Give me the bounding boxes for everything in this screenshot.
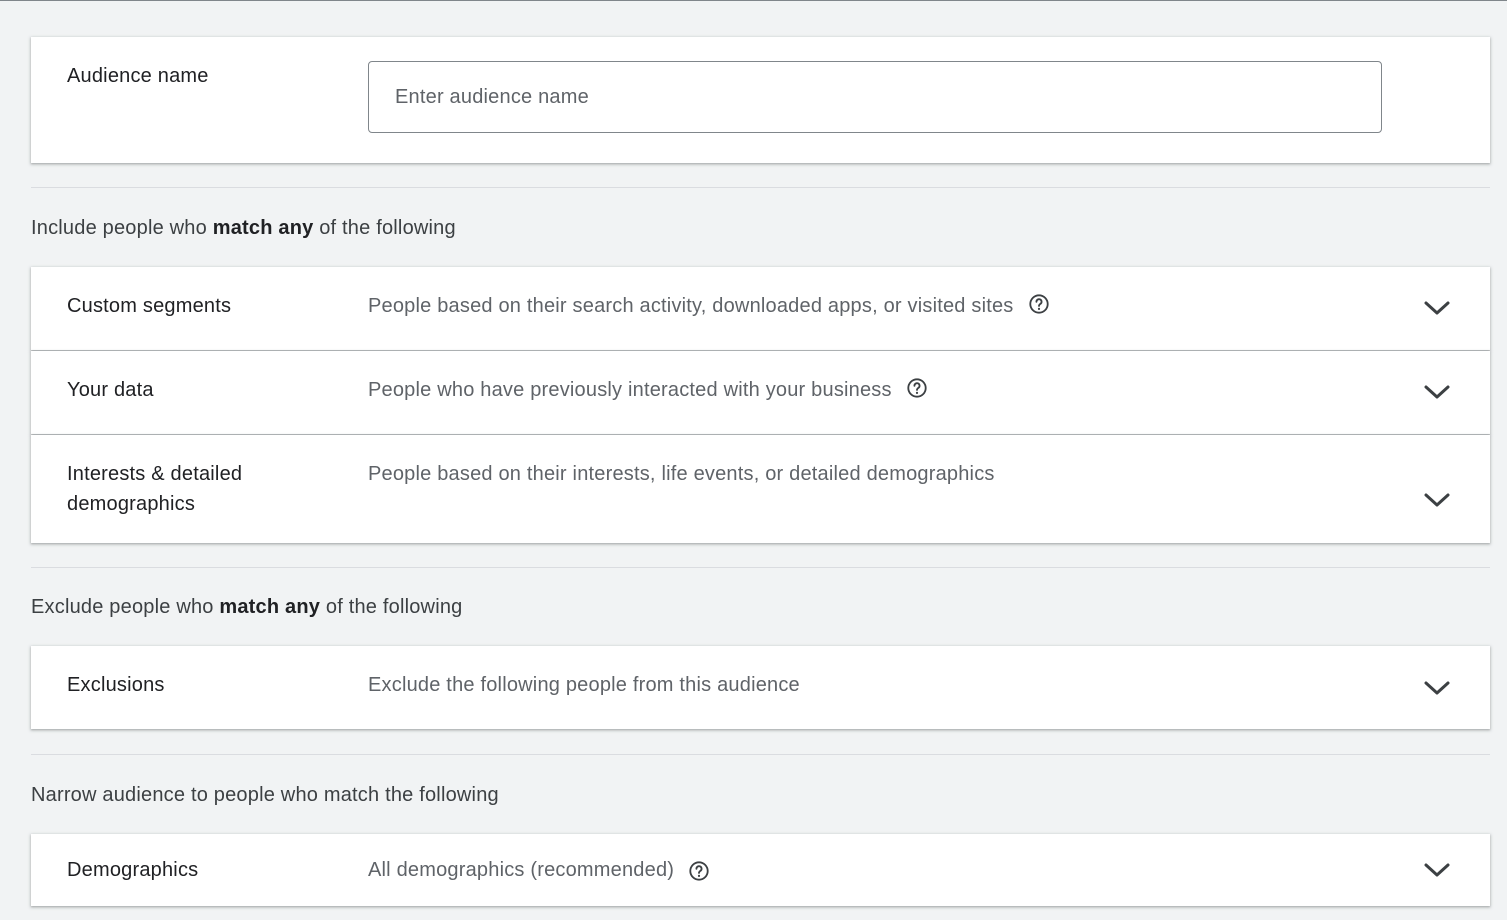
demographics-description-text: All demographics (recommended) — [368, 859, 675, 881]
include-section-label: Include people who match any of the foll… — [31, 213, 456, 243]
chevron-down-icon[interactable] — [1420, 671, 1454, 705]
divider — [31, 567, 1490, 568]
chevron-down-icon[interactable] — [1420, 853, 1454, 887]
your-data-description-text: People who have previously interacted wi… — [368, 379, 892, 401]
interests-demographics-title: Interests & detailed demographics — [67, 459, 242, 519]
interests-demographics-row[interactable]: Interests & detailed demographics People… — [31, 435, 1490, 543]
help-circle-icon[interactable] — [688, 860, 710, 882]
exclude-emphasis: match any — [219, 596, 321, 618]
custom-segments-description: People based on their search activity, d… — [368, 291, 1050, 321]
audience-name-card: Audience name — [31, 37, 1490, 163]
divider — [31, 754, 1490, 755]
interests-description-text: People based on their interests, life ev… — [368, 463, 995, 485]
custom-segments-description-text: People based on their search activity, d… — [368, 295, 1014, 317]
exclusions-row[interactable]: Exclusions Exclude the following people … — [31, 646, 1490, 729]
chevron-down-icon[interactable] — [1420, 375, 1454, 409]
exclusions-title: Exclusions — [67, 674, 165, 696]
audience-name-label: Audience name — [67, 65, 209, 87]
your-data-title: Your data — [67, 379, 154, 401]
chevron-down-icon[interactable] — [1420, 483, 1454, 517]
chevron-down-icon[interactable] — [1420, 291, 1454, 325]
interests-title-line2: demographics — [67, 493, 196, 515]
help-circle-icon[interactable] — [906, 377, 928, 399]
exclude-section-label: Exclude people who match any of the foll… — [31, 592, 462, 622]
exclude-suffix: of the following — [320, 596, 463, 618]
include-suffix: of the following — [313, 217, 456, 239]
audience-name-input[interactable] — [368, 61, 1382, 133]
demographics-row[interactable]: Demographics All demographics (recommend… — [31, 834, 1490, 906]
exclusions-description-text: Exclude the following people from this a… — [368, 674, 800, 696]
custom-segments-title: Custom segments — [67, 295, 232, 317]
exclude-prefix: Exclude people who — [31, 596, 220, 618]
narrow-section-label: Narrow audience to people who match the … — [31, 784, 499, 806]
exclusions-description: Exclude the following people from this a… — [368, 670, 800, 700]
include-prefix: Include people who — [31, 217, 213, 239]
divider — [31, 187, 1490, 188]
your-data-description: People who have previously interacted wi… — [368, 375, 928, 405]
top-border — [0, 0, 1507, 1]
interests-title-line1: Interests & detailed — [67, 463, 243, 485]
demographics-description: All demographics (recommended) — [368, 855, 710, 885]
interests-demographics-description: People based on their interests, life ev… — [368, 459, 995, 489]
demographics-title: Demographics — [67, 859, 199, 881]
custom-segments-row[interactable]: Custom segments People based on their se… — [31, 267, 1490, 350]
your-data-row[interactable]: Your data People who have previously int… — [31, 351, 1490, 434]
include-emphasis: match any — [212, 217, 314, 239]
help-circle-icon[interactable] — [1028, 293, 1050, 315]
